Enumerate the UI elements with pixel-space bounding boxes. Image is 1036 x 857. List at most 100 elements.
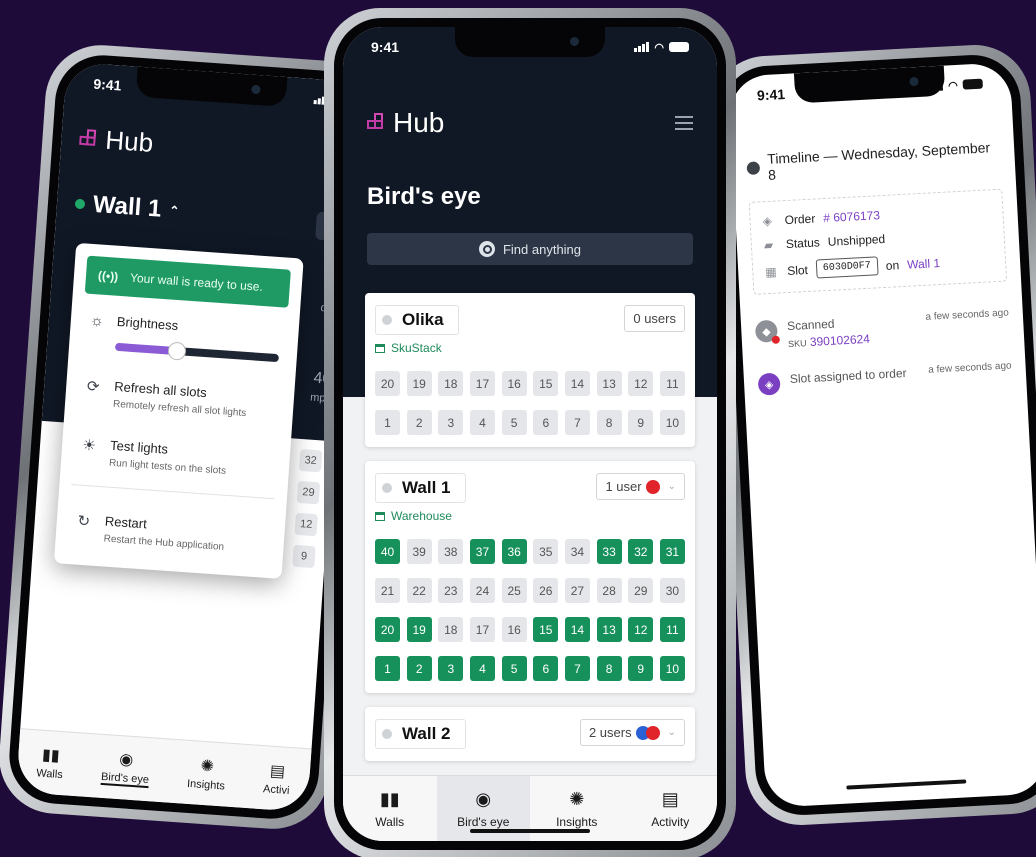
slot[interactable]: 40 [375,539,400,564]
slot[interactable]: 10 [659,656,685,681]
users-dropdown[interactable]: 0 users [624,305,685,332]
brightness-slider[interactable] [114,341,279,363]
slot[interactable]: 9 [628,410,654,435]
slot-grid: 40 39 38 37 36 35 34 33 32 31 21 22 23 24 25 26 27 28 29 30… [375,539,685,681]
slot[interactable]: 7 [564,656,590,681]
slot[interactable]: 2 [406,410,432,435]
tab-activity[interactable]: ▤ Activi [263,760,292,797]
slot[interactable]: 21 [375,578,400,603]
tab-insights[interactable]: ✺ Insights [187,755,227,793]
slot[interactable]: 23 [438,578,464,603]
slot[interactable]: 16 [501,617,527,642]
slot[interactable]: 31 [659,539,685,564]
slot[interactable]: 19 [406,617,432,642]
slot[interactable]: 11 [659,617,685,642]
slot[interactable]: 12 [628,371,654,396]
slot[interactable]: 15 [533,371,559,396]
slot[interactable]: 6 [533,656,559,681]
tab-birds-eye[interactable]: ◉ Bird's eye [100,748,150,789]
clipboard-icon: ▤ [661,788,679,809]
wall-selector[interactable]: Wall 1 ⌃ [74,190,331,236]
slot[interactable]: 12 [294,512,318,537]
slot[interactable]: 35 [533,539,559,564]
home-indicator [846,779,967,790]
restart-subtitle: Restart the Hub application [103,533,225,553]
tab-walls[interactable]: ▮▮ Walls [343,776,437,841]
slot[interactable]: 39 [406,539,432,564]
slot[interactable]: 16 [501,371,527,396]
tab-activity[interactable]: ▤ Activity [624,776,718,841]
slot[interactable]: 4 [469,410,495,435]
slot[interactable]: 19 [406,371,432,396]
wall-link[interactable]: Wall 1 [907,256,941,272]
search-button[interactable]: Find anything [367,233,693,265]
slot[interactable]: 32 [628,539,654,564]
slot[interactable]: 17 [469,617,495,642]
slider-knob[interactable] [167,341,187,361]
slot[interactable]: 15 [533,617,559,642]
slot[interactable]: 20 [375,371,400,396]
slot[interactable]: 27 [564,578,590,603]
slot[interactable]: 9 [628,656,654,681]
slot[interactable]: 8 [596,656,622,681]
wall-card[interactable]: Wall 1 Warehouse 1 user ⌄ 40 39 38 37 36 35 34… [365,461,695,693]
slot[interactable]: 25 [501,578,527,603]
slot[interactable]: 38 [438,539,464,564]
slot[interactable]: 32 [298,448,323,473]
users-dropdown[interactable]: 1 user ⌄ [596,473,685,500]
wall-card[interactable]: Olika SkuStack 0 users 20 19 18 17 16 15 14 13 1… [365,293,695,447]
menu-icon[interactable] [675,116,693,130]
users-dropdown[interactable]: 2 users ⌄ [579,719,685,746]
restart-item[interactable]: ↻ Restart Restart the Hub application [67,493,275,566]
slot[interactable]: 28 [596,578,622,603]
order-link[interactable]: # 6076173 [823,208,880,225]
slot[interactable]: 14 [564,617,590,642]
slot[interactable]: 1 [375,410,400,435]
search-icon [478,241,495,257]
restart-title: Restart [104,513,148,532]
wall-card[interactable]: Wall 2 2 users ⌄ [365,707,695,761]
slot[interactable]: 7 [564,410,590,435]
timeline-header: Timeline — Wednesday, September 8 [746,139,1001,184]
slot[interactable]: 22 [406,578,432,603]
slot[interactable]: 18 [438,371,464,396]
slot[interactable]: 17 [469,371,495,396]
slot[interactable]: 2 [406,656,432,681]
tab-label: Insights [186,777,226,793]
slot[interactable]: 5 [501,656,527,681]
slot[interactable]: 13 [596,617,622,642]
slot[interactable]: 3 [438,656,464,681]
slot[interactable]: 10 [659,410,685,435]
slot[interactable]: 36 [501,539,527,564]
slot[interactable]: 5 [501,410,527,435]
slot[interactable]: 14 [564,371,590,396]
refresh-icon: ⟳ [86,377,101,396]
location: SkuStack [375,341,459,355]
event-time: a few seconds ago [927,360,1012,376]
sku-link[interactable]: 390102624 [810,332,871,349]
slot[interactable]: 12 [628,617,654,642]
slot-row: 21 22 23 24 25 26 27 28 29 30 [375,578,685,603]
slot[interactable]: 9 [292,544,316,569]
slot[interactable]: 18 [438,617,464,642]
slot[interactable]: 33 [596,539,622,564]
slot[interactable]: 24 [469,578,495,603]
slot[interactable]: 11 [659,371,685,396]
slot[interactable]: 6 [533,410,559,435]
slot[interactable]: 1 [375,656,400,681]
tab-walls[interactable]: ▮▮ Walls [36,744,65,781]
slot[interactable]: 3 [438,410,464,435]
slot[interactable]: 13 [596,371,622,396]
slot[interactable]: 30 [659,578,685,603]
slot[interactable]: 8 [596,410,622,435]
slot[interactable]: 20 [375,617,400,642]
slot[interactable]: 4 [469,656,495,681]
slot[interactable]: 37 [469,539,495,564]
home-indicator [470,829,590,833]
slot[interactable]: 26 [533,578,559,603]
restart-icon: ↻ [76,512,91,531]
slot[interactable]: 34 [564,539,590,564]
slot[interactable]: 29 [296,480,321,505]
wall-name: Wall 1 [402,478,451,497]
slot[interactable]: 29 [628,578,654,603]
